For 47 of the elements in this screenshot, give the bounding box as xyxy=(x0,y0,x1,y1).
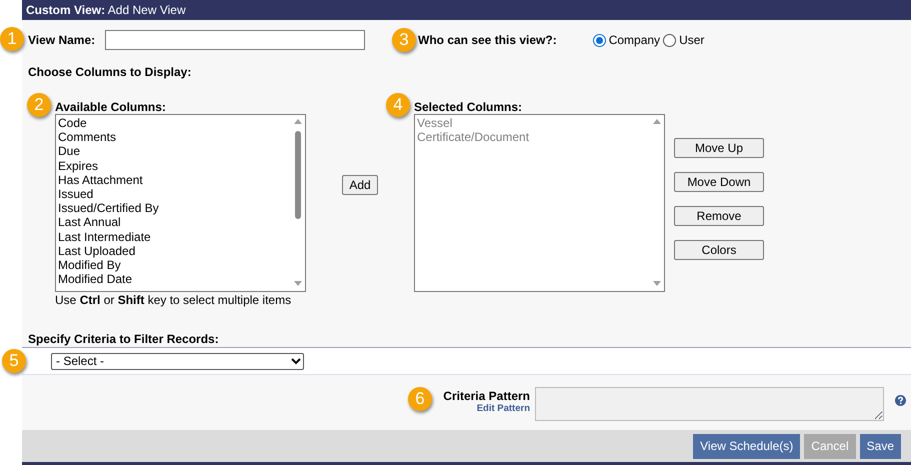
list-item[interactable]: Last Intermediate xyxy=(58,230,289,244)
view-name-field[interactable] xyxy=(105,30,366,50)
step-badge: 3 xyxy=(392,28,416,52)
list-action-button[interactable]: Move Down xyxy=(674,172,764,192)
step-badge: 1 xyxy=(0,27,24,51)
available-columns-list[interactable]: Code Comments Due Expires Has Attachment Issued Issued/Certified By Last Annual Last Intermediate Last Uploaded Modified By Modified Date xyxy=(55,114,306,292)
footer-button[interactable]: Save xyxy=(860,434,901,458)
help-icon[interactable] xyxy=(895,395,906,406)
radio-option[interactable]: Company xyxy=(592,33,660,47)
list-label: Selected Columns: xyxy=(414,100,522,114)
list-item[interactable]: Code xyxy=(58,116,289,130)
list-item[interactable]: Issued/Certified By xyxy=(58,201,289,216)
edit-pattern-link[interactable]: Edit Pattern xyxy=(476,403,530,414)
list-item[interactable]: Due xyxy=(58,144,289,159)
footer-button[interactable]: View Schedule(s) xyxy=(693,434,800,458)
radio-option[interactable]: User xyxy=(663,33,704,47)
step-badge: 6 xyxy=(408,387,432,411)
list-label: Available Columns: xyxy=(55,100,166,114)
list-item[interactable]: Comments xyxy=(58,130,289,144)
selected-columns-list[interactable]: Vessel Certificate/Document xyxy=(414,114,665,292)
list-item[interactable]: Modified Date xyxy=(58,272,289,286)
step-badge: 2 xyxy=(27,93,51,117)
radio-button[interactable] xyxy=(592,34,606,46)
page-title: Custom View: Add New View xyxy=(26,3,186,17)
chevron-down-icon xyxy=(291,358,301,364)
help-text: Use Ctrl or Shift key to select multiple items xyxy=(55,293,292,307)
radio-button[interactable] xyxy=(663,34,676,46)
add-button[interactable]: Add xyxy=(342,175,378,195)
step-badge: 4 xyxy=(386,93,410,117)
list-item[interactable]: Expires xyxy=(58,158,289,173)
field-label: View Name: xyxy=(28,33,96,47)
list-item[interactable]: Last Uploaded xyxy=(58,244,289,258)
criteria-dropdown[interactable]: - Select - xyxy=(51,352,304,370)
step-badge: 5 xyxy=(2,349,26,373)
section-heading: Choose Columns to Display: xyxy=(28,65,192,79)
field-label: Who can see this view?: xyxy=(418,33,557,47)
list-item[interactable]: Issued xyxy=(58,187,289,202)
list-item[interactable]: Certificate/Document xyxy=(417,130,648,144)
list-item[interactable]: Modified By xyxy=(58,258,289,272)
list-action-button[interactable]: Remove xyxy=(674,206,764,226)
list-item[interactable]: Vessel xyxy=(417,116,648,130)
list-item[interactable]: Last Annual xyxy=(58,215,289,230)
list-action-button[interactable]: Colors xyxy=(674,240,764,260)
list-item[interactable]: Has Attachment xyxy=(58,172,289,188)
list-action-button[interactable]: Move Up xyxy=(674,138,764,158)
field-label: Criteria Pattern xyxy=(443,389,530,403)
section-heading: Specify Criteria to Filter Records: xyxy=(28,332,220,346)
